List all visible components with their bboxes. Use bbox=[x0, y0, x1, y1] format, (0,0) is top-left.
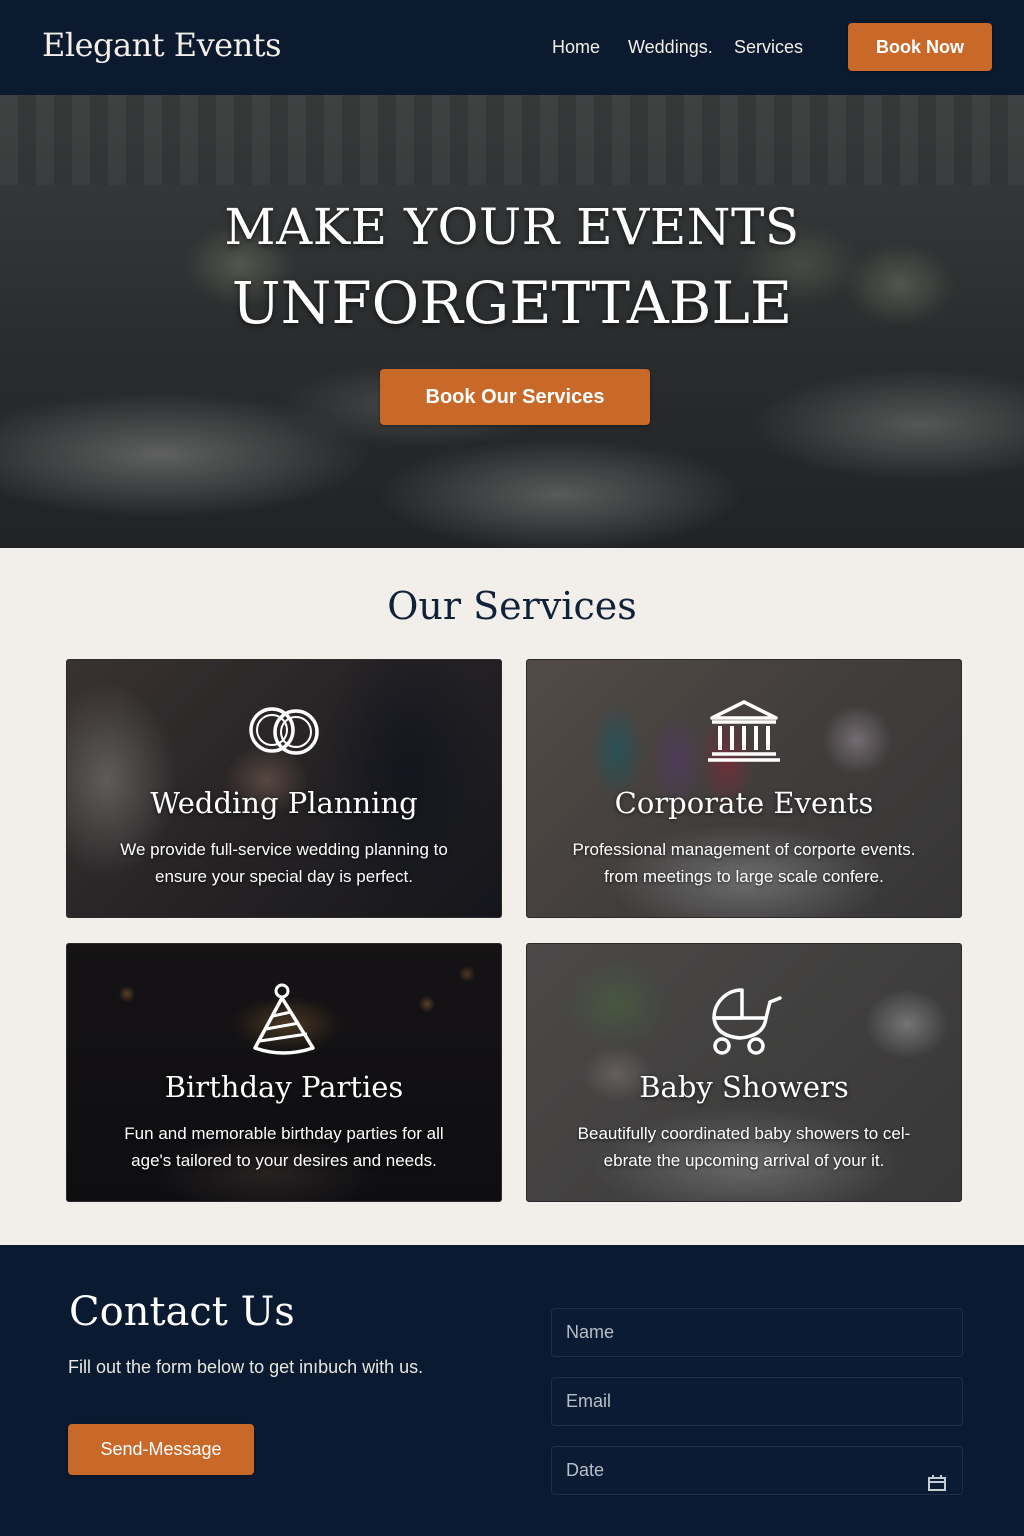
service-card-birthday[interactable]: Birthday Parties Fun and memorable birth… bbox=[66, 943, 502, 1202]
hero-banner: MAKE YOUR EVENTS UNFORGETTABLE Book Our … bbox=[0, 95, 1024, 548]
service-card-baby-shower[interactable]: Baby Showers Beautifully coordinated bab… bbox=[526, 943, 962, 1202]
service-card-corporate[interactable]: Corporate Events Professional management… bbox=[526, 659, 962, 918]
nav-home[interactable]: Home bbox=[552, 37, 600, 58]
card-title: Corporate Events bbox=[614, 786, 874, 820]
name-field[interactable]: Name bbox=[551, 1308, 963, 1357]
card-title: Baby Showers bbox=[639, 1070, 849, 1104]
book-now-button[interactable]: Book Now bbox=[848, 23, 992, 71]
card-description: Beautifully coordinated baby showers to … bbox=[577, 1124, 911, 1170]
services-section: Our Services Wedding Planning We provide… bbox=[0, 548, 1024, 1245]
book-services-button[interactable]: Book Our Services bbox=[380, 369, 650, 425]
services-heading: Our Services bbox=[387, 584, 637, 628]
card-title: Birthday Parties bbox=[164, 1070, 404, 1104]
rings-icon bbox=[242, 698, 326, 767]
contact-heading: Contact Us bbox=[69, 1289, 295, 1335]
card-description: Professional management of corporte even… bbox=[572, 840, 916, 886]
stroller-icon bbox=[704, 982, 784, 1061]
card-title: Wedding Planning bbox=[150, 786, 418, 820]
date-field[interactable]: Date bbox=[551, 1446, 963, 1495]
card-description: We provide full-service wedding planning… bbox=[120, 840, 448, 886]
send-message-button[interactable]: Send-Message bbox=[68, 1424, 254, 1475]
site-header: Elegant Events Home Weddings. Services B… bbox=[0, 0, 1024, 95]
calendar-icon[interactable] bbox=[928, 1462, 946, 1509]
service-card-wedding[interactable]: Wedding Planning We provide full-service… bbox=[66, 659, 502, 918]
nav-weddings[interactable]: Weddings. bbox=[628, 37, 713, 58]
contact-subtitle: Fill out the form below to get inıbuch w… bbox=[68, 1357, 424, 1377]
contact-section: Contact Us Fill out the form below to ge… bbox=[0, 1245, 1024, 1536]
party-hat-icon bbox=[249, 982, 319, 1063]
card-description: Fun and memorable birthday parties for a… bbox=[124, 1124, 444, 1170]
email-field[interactable]: Email bbox=[551, 1377, 963, 1426]
hero-title-line2: UNFORGETTABLE bbox=[231, 269, 793, 337]
building-icon bbox=[706, 698, 782, 769]
date-placeholder: Date bbox=[566, 1460, 605, 1480]
hero-title-line1: MAKE YOUR EVENTS bbox=[224, 198, 800, 256]
nav-services[interactable]: Services bbox=[734, 37, 803, 58]
site-logo[interactable]: Elegant Events bbox=[42, 26, 282, 64]
